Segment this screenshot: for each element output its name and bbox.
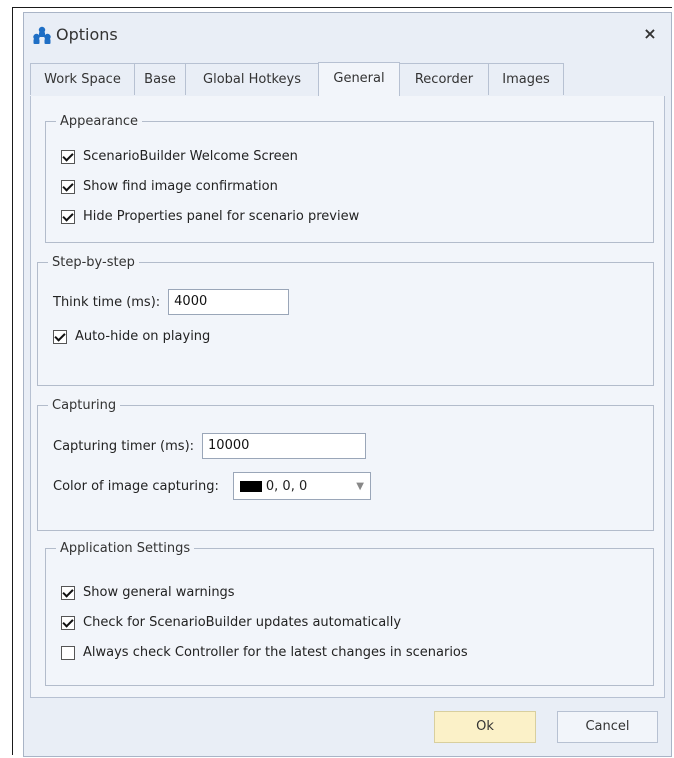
window-title: Options bbox=[56, 25, 118, 44]
title-bar: Options × bbox=[24, 13, 671, 57]
think-time-input[interactable]: 4000 bbox=[168, 289, 290, 315]
general-warnings-label: Show general warnings bbox=[83, 585, 235, 600]
application-settings-group: Application Settings Show general warnin… bbox=[45, 541, 654, 686]
think-time-label: Think time (ms): bbox=[53, 294, 161, 310]
check-controller-checkbox[interactable] bbox=[61, 645, 75, 660]
appearance-legend: Appearance bbox=[60, 114, 139, 129]
capturing-timer-input[interactable]: 10000 bbox=[202, 433, 367, 459]
check-updates-checkbox[interactable] bbox=[61, 615, 75, 630]
auto-hide-row[interactable]: Auto-hide on playing bbox=[53, 329, 210, 344]
welcome-screen-label: ScenarioBuilder Welcome Screen bbox=[83, 149, 298, 164]
capturing-timer-row: Capturing timer (ms): 10000 bbox=[53, 433, 367, 459]
tab-recorder[interactable]: Recorder bbox=[399, 63, 489, 95]
step-by-step-group: Step-by-step Think time (ms): 4000 Auto-… bbox=[37, 255, 654, 386]
hide-properties-panel-label: Hide Properties panel for scenario previ… bbox=[83, 209, 360, 224]
tab-global-hotkeys[interactable]: Global Hotkeys bbox=[185, 63, 319, 95]
hide-properties-panel-checkbox[interactable] bbox=[61, 209, 75, 224]
general-warnings-checkbox[interactable] bbox=[61, 585, 75, 600]
app-icon bbox=[32, 26, 52, 44]
welcome-screen-row[interactable]: ScenarioBuilder Welcome Screen bbox=[61, 149, 298, 164]
close-button[interactable]: × bbox=[639, 23, 661, 45]
tab-strip: Work Space Base Global Hotkeys General R… bbox=[30, 62, 665, 97]
application-settings-legend: Application Settings bbox=[60, 541, 191, 556]
general-tab-panel: Appearance ScenarioBuilder Welcome Scree… bbox=[30, 96, 665, 698]
check-controller-label: Always check Controller for the latest c… bbox=[83, 645, 468, 660]
tab-images[interactable]: Images bbox=[488, 63, 564, 95]
ok-button[interactable]: Ok bbox=[434, 711, 536, 743]
find-image-confirmation-row[interactable]: Show find image confirmation bbox=[61, 179, 278, 194]
find-image-confirmation-label: Show find image confirmation bbox=[83, 179, 278, 194]
close-icon: × bbox=[643, 24, 657, 43]
think-time-row: Think time (ms): 4000 bbox=[53, 289, 290, 315]
welcome-screen-checkbox[interactable] bbox=[61, 149, 75, 164]
capturing-timer-label: Capturing timer (ms): bbox=[53, 438, 195, 454]
chevron-down-icon: ▼ bbox=[356, 480, 364, 492]
find-image-confirmation-checkbox[interactable] bbox=[61, 179, 75, 194]
hide-properties-panel-row[interactable]: Hide Properties panel for scenario previ… bbox=[61, 209, 359, 224]
capture-color-label: Color of image capturing: bbox=[53, 478, 219, 494]
capture-color-dropdown[interactable]: 0, 0, 0 ▼ bbox=[232, 472, 371, 500]
capture-color-value: 0, 0, 0 bbox=[265, 478, 308, 494]
options-dialog: Options × Work Space Base Global Hotkeys… bbox=[23, 12, 672, 757]
capturing-legend: Capturing bbox=[52, 398, 117, 413]
tab-base[interactable]: Base bbox=[134, 63, 186, 95]
capturing-group: Capturing Capturing timer (ms): 10000 Co… bbox=[37, 398, 654, 531]
check-updates-row[interactable]: Check for ScenarioBuilder updates automa… bbox=[61, 615, 401, 630]
cancel-button[interactable]: Cancel bbox=[557, 711, 658, 743]
auto-hide-checkbox[interactable] bbox=[53, 329, 67, 344]
general-warnings-row[interactable]: Show general warnings bbox=[61, 585, 235, 600]
check-updates-label: Check for ScenarioBuilder updates automa… bbox=[83, 615, 402, 630]
step-by-step-legend: Step-by-step bbox=[52, 255, 135, 270]
auto-hide-label: Auto-hide on playing bbox=[75, 329, 211, 344]
tab-general[interactable]: General bbox=[318, 62, 400, 96]
check-controller-row[interactable]: Always check Controller for the latest c… bbox=[61, 645, 468, 660]
appearance-group: Appearance ScenarioBuilder Welcome Scree… bbox=[45, 114, 654, 243]
color-swatch bbox=[239, 480, 262, 492]
capture-color-row: Color of image capturing: 0, 0, 0 ▼ bbox=[53, 472, 371, 500]
dialog-footer: Ok Cancel bbox=[24, 698, 671, 758]
tab-work-space[interactable]: Work Space bbox=[30, 63, 135, 95]
